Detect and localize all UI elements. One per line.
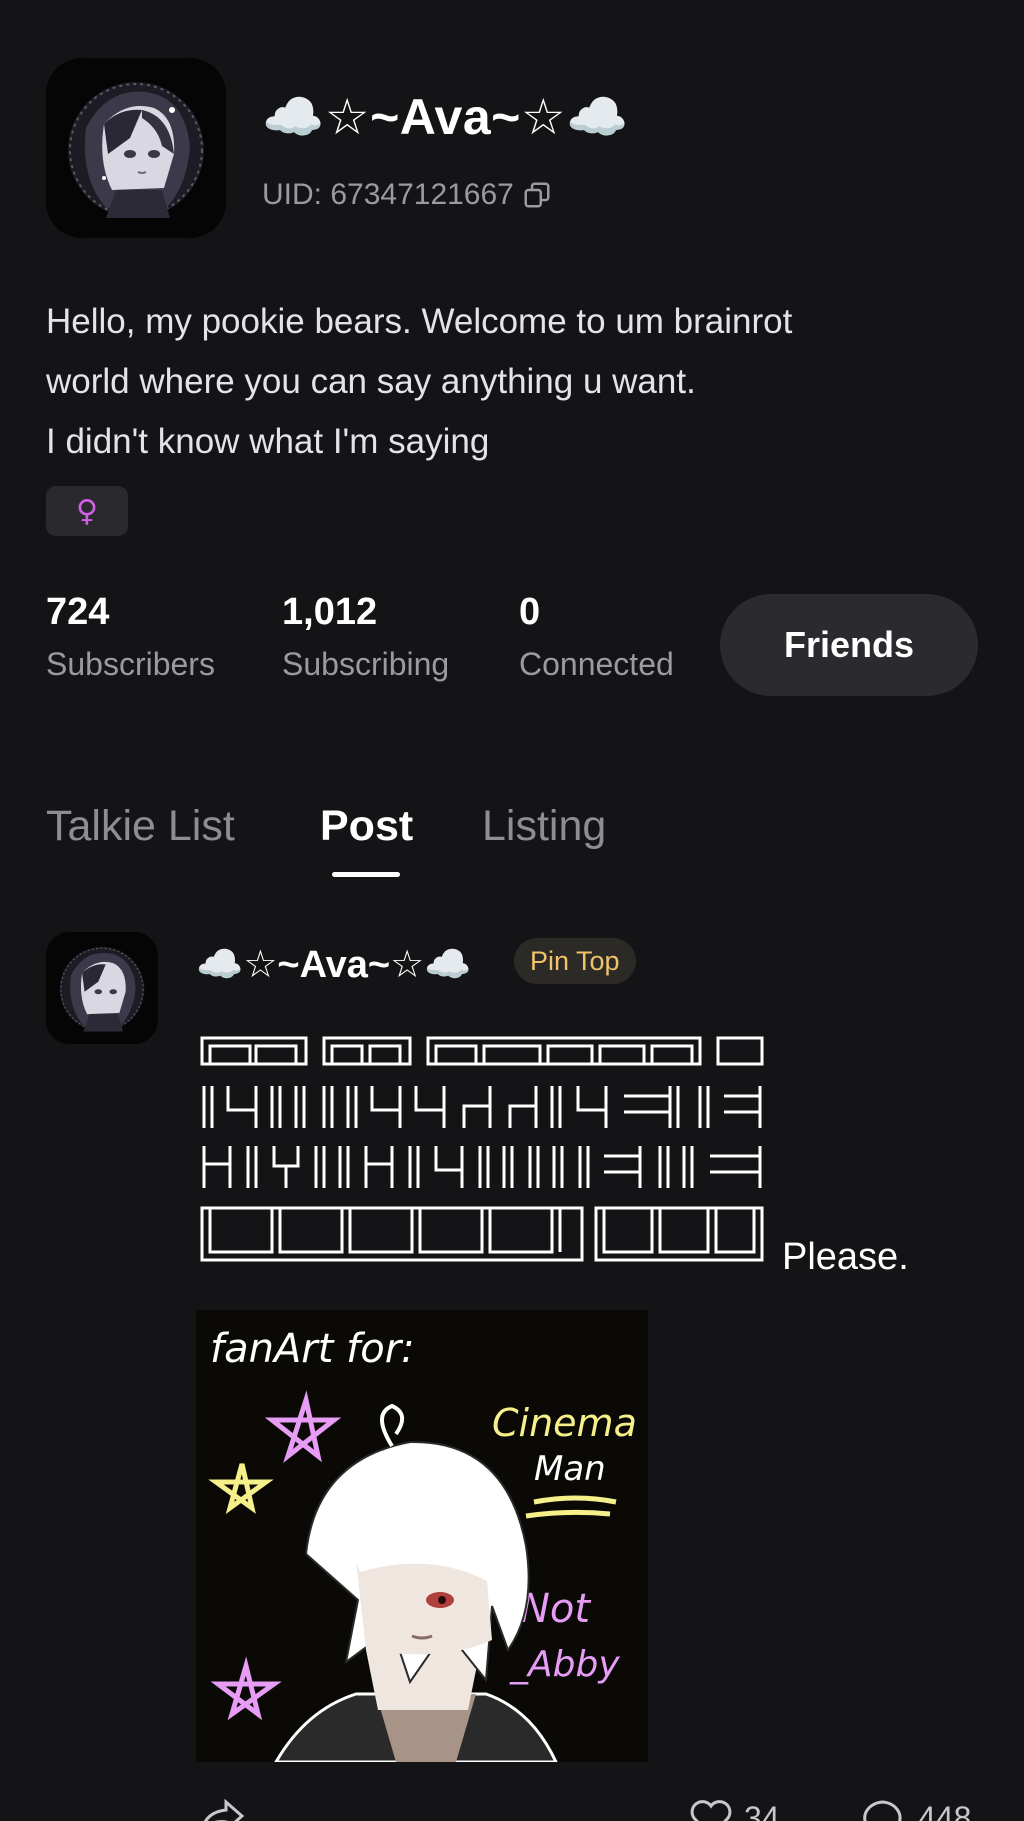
friends-button[interactable]: Friends [720,594,978,696]
stat-value: 0 [519,591,541,633]
stat-label: Connected [519,646,674,682]
stat-label: Subscribing [282,646,450,682]
gender-tag: ♀ [46,486,128,536]
tab-listing[interactable]: Listing [482,802,606,851]
tab-talkie-list[interactable]: Talkie List [46,802,235,851]
stat-value: 724 [46,591,110,633]
post-text-tail: Please. [782,1236,909,1278]
avatar-image [46,58,226,238]
post-block-art [200,1036,764,1262]
bio-line: world where you can say anything u want. [46,362,696,401]
post-image[interactable]: fanArt for: Cinema Man Not _Abby [196,1310,648,1762]
bio-line: I didn't know what I'm saying [46,422,490,461]
share-icon[interactable] [196,1796,246,1821]
stat-value: 1,012 [282,591,378,633]
profile-bio: Hello, my pookie bears. Welcome to um br… [46,292,976,472]
female-icon: ♀ [76,493,98,529]
tab-active-indicator [332,872,400,877]
copy-icon[interactable] [522,180,552,210]
profile-page: ☁️☆~Ava~☆☁️ UID: 67347121667 Hello, my p… [0,0,1024,1821]
heart-icon[interactable] [686,1796,736,1821]
stat-subscribers[interactable]: 724 Subscribers [46,590,215,683]
post-author-avatar[interactable] [46,932,158,1044]
image-caption-line: Cinema [492,1401,637,1445]
comment-icon[interactable] [858,1796,908,1821]
stat-label: Subscribers [46,646,215,682]
like-count: 34 [744,1800,780,1821]
image-caption-line: fanArt for: [210,1326,415,1372]
pin-top-badge: Pin Top [514,938,636,984]
image-caption-line: Man [534,1449,606,1489]
post-author-name[interactable]: ☁️☆~Ava~☆☁️ [196,942,471,987]
comment-count: 448 [918,1800,972,1821]
profile-username: ☁️☆~Ava~☆☁️ [262,89,629,145]
profile-avatar[interactable] [46,58,226,238]
bio-line: Hello, my pookie bears. Welcome to um br… [46,302,793,341]
tab-post[interactable]: Post [320,802,413,851]
uid-text: UID: 67347121667 [262,178,514,211]
avatar-image [46,932,158,1044]
stat-subscribing[interactable]: 1,012 Subscribing [282,590,449,683]
fanart-image: fanArt for: Cinema Man Not _Abby [196,1310,648,1762]
image-caption-line: Not [520,1586,591,1632]
image-caption-line: _Abby [509,1644,620,1685]
uid-row[interactable]: UID: 67347121667 [262,178,552,212]
stat-connected[interactable]: 0 Connected [519,590,674,683]
